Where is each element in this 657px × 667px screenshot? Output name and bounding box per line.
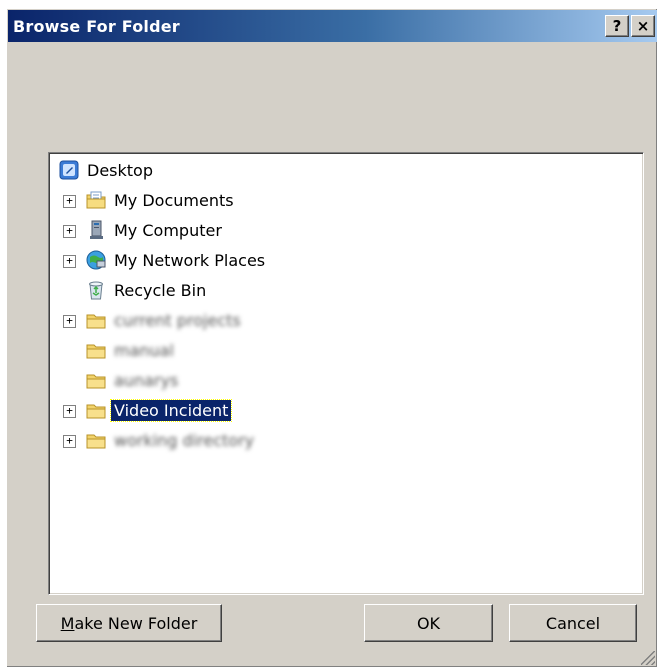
dialog-title: Browse For Folder (13, 16, 180, 36)
tree-item-label: My Network Places (114, 250, 266, 270)
tree-item-folder[interactable]: current projects (85, 307, 244, 333)
ok-button[interactable]: OK (364, 604, 493, 642)
title-bar[interactable]: Browse For Folder ? × (8, 10, 657, 42)
tree-item-label: manual (114, 340, 174, 360)
expand-toggle-video-incident[interactable]: + (63, 405, 76, 418)
folder-icon (85, 429, 107, 451)
my-documents-icon (85, 189, 107, 211)
tree-item-label: Desktop (87, 160, 153, 180)
button-label: OK (416, 613, 441, 633)
tree-item-my-documents[interactable]: My Documents (85, 187, 237, 213)
tree-item-label: working directory (114, 430, 255, 450)
folder-icon (85, 369, 107, 391)
tree-item-desktop[interactable]: Desktop (58, 157, 156, 183)
tree-item-video-incident[interactable]: Video Incident (85, 397, 233, 423)
tree-item-label: aunarys (114, 370, 179, 390)
mnemonic-letter: M (60, 613, 75, 633)
expand-toggle-my-computer[interactable]: + (63, 225, 76, 238)
network-places-icon (85, 249, 107, 271)
tree-item-folder[interactable]: manual (85, 337, 177, 363)
folder-icon (85, 399, 107, 421)
expand-toggle-current-projects[interactable]: + (63, 315, 76, 328)
help-button[interactable]: ? (605, 15, 629, 37)
folder-icon (85, 339, 107, 361)
folder-icon (85, 309, 107, 331)
tree-item-recycle-bin[interactable]: Recycle Bin (85, 277, 209, 303)
tree-item-my-computer[interactable]: My Computer (85, 217, 225, 243)
folder-tree-view[interactable]: Desktop + My Documents + My Computer + M… (48, 152, 644, 595)
expand-toggle-my-documents[interactable]: + (63, 195, 76, 208)
button-label: Cancel (545, 613, 601, 633)
desktop-icon (58, 159, 80, 181)
tree-item-folder[interactable]: aunarys (85, 367, 181, 393)
tree-item-label: My Documents (114, 190, 234, 210)
tree-item-label: My Computer (114, 220, 222, 240)
button-label: ake New Folder (74, 613, 198, 633)
tree-item-folder[interactable]: working directory (85, 427, 257, 453)
expand-toggle-working-directory[interactable]: + (63, 435, 76, 448)
tree-item-my-network-places[interactable]: My Network Places (85, 247, 268, 273)
make-new-folder-button[interactable]: Make New Folder (36, 604, 222, 642)
my-computer-icon (85, 219, 107, 241)
tree-item-label: Video Incident (109, 398, 233, 422)
recycle-bin-icon (85, 279, 107, 301)
tree-item-label: current projects (114, 310, 241, 330)
expand-toggle-my-network-places[interactable]: + (63, 255, 76, 268)
cancel-button[interactable]: Cancel (509, 604, 637, 642)
resize-grip[interactable] (641, 651, 655, 665)
close-button[interactable]: × (631, 15, 655, 37)
tree-item-label: Recycle Bin (114, 280, 207, 300)
browse-for-folder-dialog: Browse For Folder ? × Desktop + My Docum… (6, 8, 657, 667)
